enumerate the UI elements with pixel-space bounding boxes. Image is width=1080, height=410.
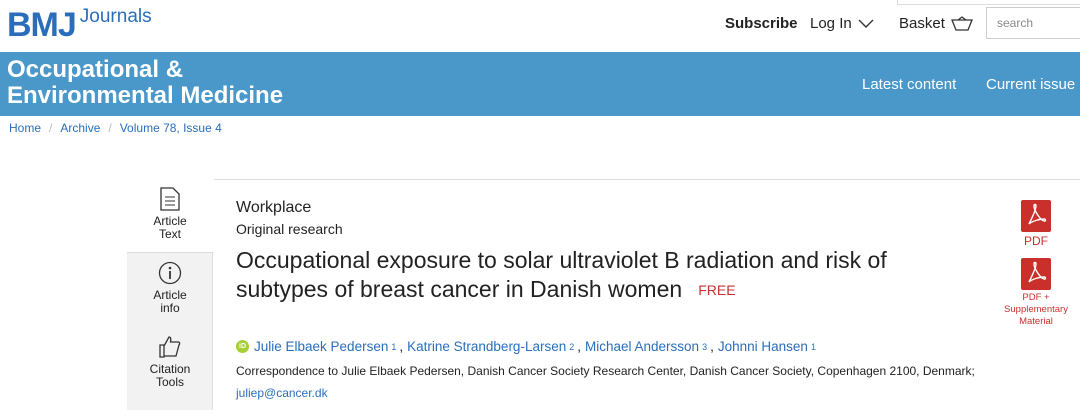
pdf-download-button[interactable]: PDF bbox=[1000, 200, 1072, 248]
journal-title-line1: Occupational & bbox=[7, 56, 184, 83]
affiliation-marker[interactable]: 3 bbox=[702, 342, 707, 352]
pdf-supplementary-button[interactable]: PDF + Supplementary Material bbox=[1000, 258, 1072, 328]
journal-banner: Occupational & Environmental Medicine La… bbox=[0, 52, 1080, 116]
breadcrumb: Home / Archive / Volume 78, Issue 4 bbox=[9, 121, 222, 135]
pdf-label: PDF bbox=[1024, 234, 1048, 248]
orcid-icon[interactable]: iD bbox=[236, 340, 249, 353]
tab-citation-tools[interactable]: Citation Tools bbox=[127, 335, 213, 399]
breadcrumb-separator: / bbox=[49, 121, 53, 135]
subscribe-link[interactable]: Subscribe bbox=[725, 15, 798, 32]
author-list: iD Julie Elbaek Pedersen 1, Katrine Stran… bbox=[236, 339, 816, 354]
article-side-tabs: Article Text Article info Citation Tools bbox=[127, 179, 214, 410]
correspondence-email[interactable]: juliep@cancer.dk bbox=[236, 386, 328, 400]
pdf-supp-label3: Material bbox=[1019, 316, 1053, 327]
latest-content-link[interactable]: Latest content bbox=[862, 76, 956, 93]
current-issue-link[interactable]: Current issue bbox=[986, 76, 1075, 93]
logo-bmj-text: BMJ bbox=[7, 6, 77, 44]
journal-title-line2: Environmental Medicine bbox=[7, 82, 284, 109]
article-title: Occupational exposure to solar ultraviol… bbox=[236, 246, 996, 305]
info-icon bbox=[158, 261, 182, 285]
affiliation-marker[interactable]: 2 bbox=[569, 342, 574, 352]
login-menu[interactable]: Log In bbox=[810, 15, 874, 32]
article-type: Original research bbox=[236, 221, 343, 237]
breadcrumb-separator: / bbox=[108, 121, 112, 135]
bmj-journals-logo[interactable]: BMJ Journals bbox=[7, 6, 152, 44]
chevron-down-icon bbox=[858, 19, 874, 28]
article-title-line2: subtypes of breast cancer in Danish wome… bbox=[236, 276, 683, 302]
login-label: Log In bbox=[810, 15, 852, 32]
basket-link[interactable]: Basket bbox=[899, 15, 973, 32]
tab-article-info[interactable]: Article info bbox=[127, 261, 213, 325]
pdf-supp-label1: PDF + bbox=[1022, 292, 1050, 303]
thumbs-up-icon bbox=[159, 336, 181, 358]
author-link[interactable]: Julie Elbaek Pedersen bbox=[254, 339, 388, 354]
tab-article-text[interactable]: Article Text bbox=[127, 179, 214, 253]
search-input[interactable] bbox=[986, 7, 1080, 39]
breadcrumb-home[interactable]: Home bbox=[9, 121, 41, 135]
correspondence-text: Correspondence to Julie Elbaek Pedersen,… bbox=[236, 364, 975, 378]
breadcrumb-issue[interactable]: Volume 78, Issue 4 bbox=[120, 121, 222, 135]
document-icon bbox=[160, 187, 180, 211]
tab-article-info-label2: info bbox=[160, 301, 180, 315]
pdf-supp-label2: Supplementary bbox=[1004, 304, 1068, 315]
top-bar: BMJ Journals Subscribe Log In Basket bbox=[0, 0, 1080, 52]
author-link[interactable]: Johnni Hansen bbox=[718, 339, 808, 354]
pdf-icon bbox=[1021, 200, 1051, 232]
journal-title[interactable]: Occupational & Environmental Medicine bbox=[7, 57, 283, 109]
affiliation-marker[interactable]: 1 bbox=[811, 342, 816, 352]
dropdown-edge bbox=[897, 0, 1080, 5]
author-link[interactable]: Michael Andersson bbox=[585, 339, 699, 354]
basket-label: Basket bbox=[899, 15, 945, 32]
affiliation-marker[interactable]: 1 bbox=[391, 342, 396, 352]
author-link[interactable]: Katrine Strandberg-Larsen bbox=[407, 339, 566, 354]
logo-journals-text: Journals bbox=[79, 6, 152, 27]
article-section: Workplace bbox=[236, 199, 312, 216]
pdf-icon bbox=[1021, 258, 1051, 290]
tab-article-text-label2: Text bbox=[158, 227, 181, 241]
tab-citation-label2: Tools bbox=[155, 375, 184, 389]
basket-icon bbox=[950, 15, 973, 31]
free-badge: FREE bbox=[698, 282, 736, 299]
breadcrumb-archive[interactable]: Archive bbox=[60, 121, 100, 135]
article-title-line1: Occupational exposure to solar ultraviol… bbox=[236, 247, 887, 273]
